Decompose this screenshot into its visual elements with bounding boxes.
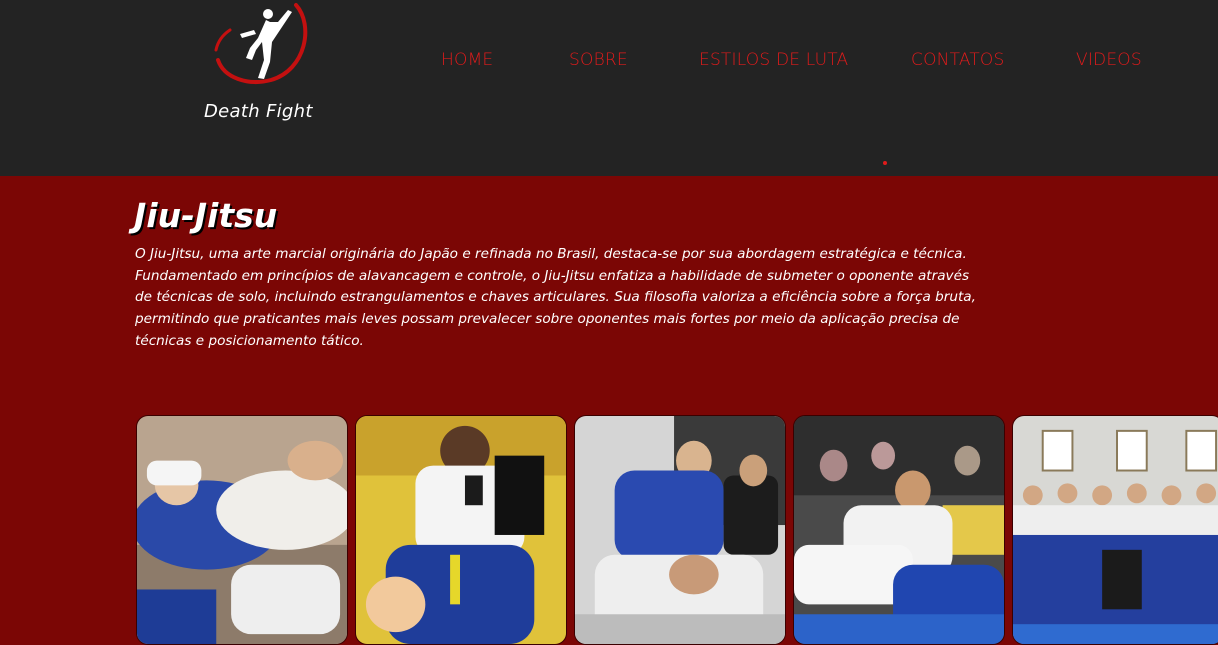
nav-videos[interactable]: VIDEOS: [1076, 50, 1142, 70]
photo-gallery: [0, 415, 1218, 645]
nav-home[interactable]: HOME: [441, 50, 493, 70]
brand-name: Death Fight: [204, 101, 313, 122]
gallery-image-1[interactable]: [136, 415, 348, 645]
nav-indicator-dot: [883, 161, 887, 165]
jiu-jitsu-photo-ground-fight-icon: [137, 416, 347, 644]
nav-contatos[interactable]: CONTATOS: [911, 50, 1005, 70]
jiu-jitsu-photo-training-icon: [575, 416, 785, 644]
jiu-jitsu-photo-team-group-icon: [1013, 416, 1218, 644]
jiu-jitsu-photo-competition-icon: [794, 416, 1004, 644]
nav-sobre[interactable]: SOBRE: [569, 50, 628, 70]
nav-estilos-de-luta[interactable]: ESTILOS DE LUTA: [699, 50, 848, 70]
section-description: O Jiu-Jitsu, uma arte marcial originária…: [135, 246, 976, 349]
jiu-jitsu-photo-kids-match-icon: [356, 416, 566, 644]
section-title: Jiu-Jitsu: [134, 196, 278, 235]
site-header: Death Fight HOME SOBRE ESTILOS DE LUTA C…: [0, 0, 1218, 176]
gallery-image-2[interactable]: [355, 415, 567, 645]
gallery-image-5[interactable]: [1012, 415, 1218, 645]
main-nav: HOME SOBRE ESTILOS DE LUTA CONTATOS VIDE…: [0, 50, 1218, 72]
gallery-image-4[interactable]: [793, 415, 1005, 645]
jiu-jitsu-section: Jiu-Jitsu O Jiu-Jitsu, uma arte marcial …: [0, 176, 1218, 645]
gallery-image-3[interactable]: [574, 415, 786, 645]
